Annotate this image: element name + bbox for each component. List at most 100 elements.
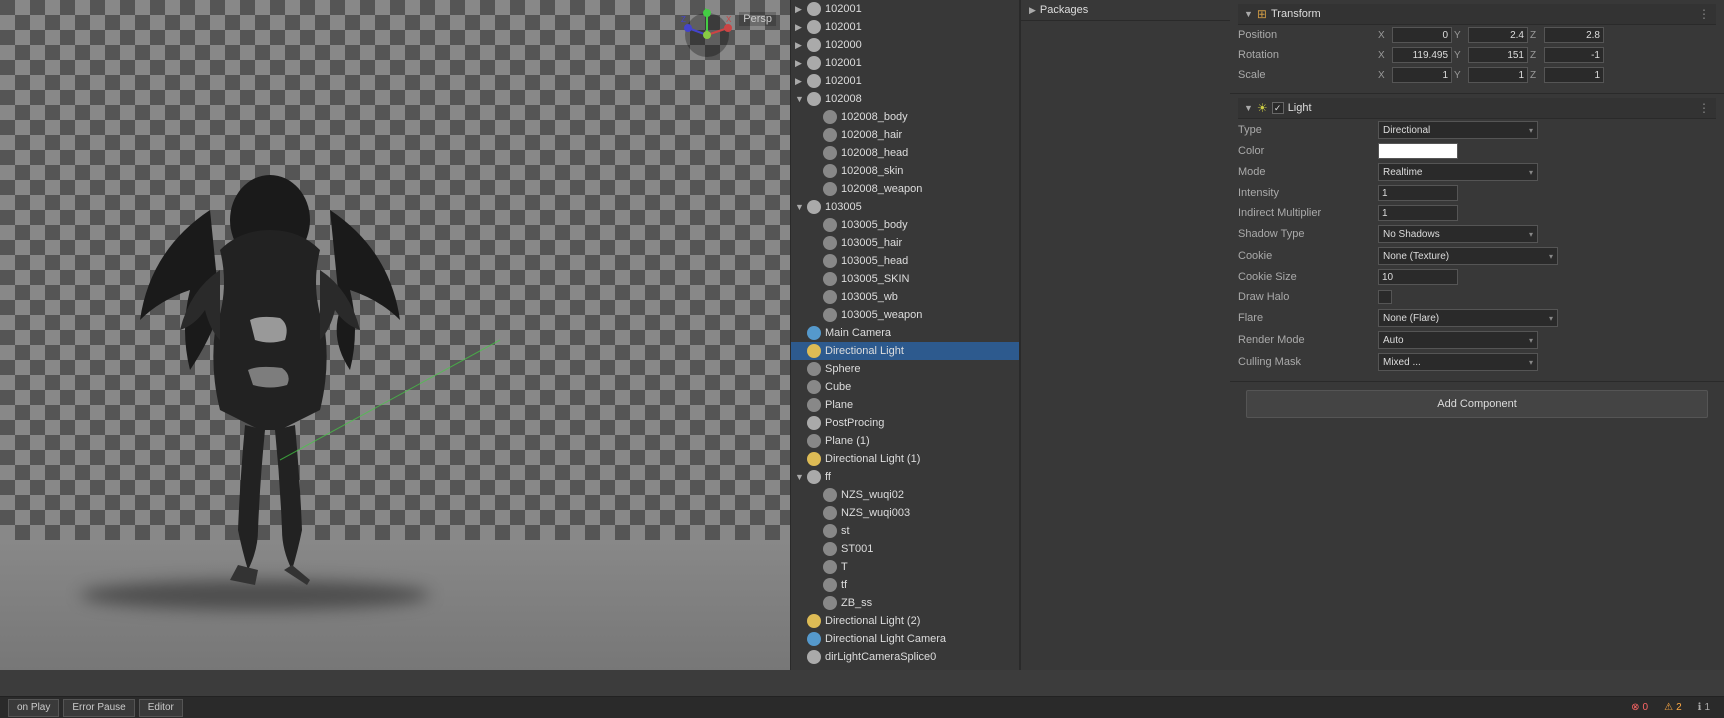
scale-x-input[interactable]: [1392, 67, 1452, 83]
hierarchy-item-h16b[interactable]: NZS_wuqi003: [791, 504, 1019, 522]
hierarchy-item-h17[interactable]: Directional Light (2): [791, 612, 1019, 630]
message-count: 1: [1704, 702, 1710, 713]
hierarchy-item-h7e[interactable]: 103005_wb: [791, 288, 1019, 306]
hierarchy-label-h16c: st: [841, 525, 850, 537]
hierarchy-arrow-h2: ▶: [795, 22, 807, 33]
hierarchy-label-h15: Directional Light (1): [825, 453, 920, 465]
add-component-button[interactable]: Add Component: [1246, 390, 1708, 418]
light-cookie-value: None (Texture): [1383, 251, 1449, 262]
hierarchy-item-h16d[interactable]: ST001: [791, 540, 1019, 558]
hierarchy-item-h16g[interactable]: ZB_ss: [791, 594, 1019, 612]
hierarchy-item-h16c[interactable]: st: [791, 522, 1019, 540]
light-draw-halo-label: Draw Halo: [1238, 291, 1378, 303]
light-type-label: Type: [1238, 124, 1378, 136]
hierarchy-icon-h14: [807, 434, 821, 448]
transform-settings[interactable]: ⋮: [1698, 7, 1710, 21]
light-enable-checkbox[interactable]: ✓: [1272, 102, 1284, 114]
light-flare-chevron: ▾: [1549, 314, 1553, 323]
hierarchy-icon-h16f: [823, 578, 837, 592]
hierarchy-item-h6a[interactable]: 102008_body: [791, 108, 1019, 126]
hierarchy-item-h7b[interactable]: 103005_hair: [791, 234, 1019, 252]
hierarchy-item-h8[interactable]: Main Camera: [791, 324, 1019, 342]
hierarchy-item-h16e[interactable]: T: [791, 558, 1019, 576]
hierarchy-item-h6b[interactable]: 102008_hair: [791, 126, 1019, 144]
light-cookie-size-row: Cookie Size: [1238, 267, 1716, 287]
packages-panel: ▶ Packages: [1020, 0, 1230, 670]
light-draw-halo-checkbox[interactable]: [1378, 290, 1392, 304]
hierarchy-item-h6d[interactable]: 102008_skin: [791, 162, 1019, 180]
hierarchy-item-h10[interactable]: Sphere: [791, 360, 1019, 378]
hierarchy-item-h12[interactable]: Plane: [791, 396, 1019, 414]
rotation-z-input[interactable]: [1544, 47, 1604, 63]
hierarchy-item-h7c[interactable]: 103005_head: [791, 252, 1019, 270]
hierarchy-item-h6c[interactable]: 102008_head: [791, 144, 1019, 162]
hierarchy-icon-h15: [807, 452, 821, 466]
position-x-input[interactable]: [1392, 27, 1452, 43]
hierarchy-panel[interactable]: ▶102001▶102001▶102000▶102001▶102001▼1020…: [790, 0, 1020, 670]
hierarchy-arrow-h6: ▼: [795, 94, 807, 104]
light-type-dropdown[interactable]: Directional ▾: [1378, 121, 1538, 139]
light-indirect-input[interactable]: [1378, 205, 1458, 221]
light-intensity-row: Intensity: [1238, 183, 1716, 203]
hierarchy-label-h18: Directional Light Camera: [825, 633, 946, 645]
light-shadow-dropdown[interactable]: No Shadows ▾: [1378, 225, 1538, 243]
hierarchy-item-h7d[interactable]: 103005_SKIN: [791, 270, 1019, 288]
scene-view[interactable]: X Y Z Persp: [0, 0, 790, 670]
on-play-label: on Play: [17, 702, 50, 713]
hierarchy-item-h3[interactable]: ▶102000: [791, 36, 1019, 54]
on-play-button[interactable]: on Play: [8, 699, 59, 717]
hierarchy-item-h16a[interactable]: NZS_wuqi02: [791, 486, 1019, 504]
light-render-mode-row: Render Mode Auto ▾: [1238, 329, 1716, 351]
rotation-y-input[interactable]: [1468, 47, 1528, 63]
position-z-input[interactable]: [1544, 27, 1604, 43]
hierarchy-icon-h2: [807, 20, 821, 34]
hierarchy-item-h7[interactable]: ▼103005: [791, 198, 1019, 216]
hierarchy-item-h7f[interactable]: 103005_weapon: [791, 306, 1019, 324]
hierarchy-item-h6e[interactable]: 102008_weapon: [791, 180, 1019, 198]
light-mode-dropdown[interactable]: Realtime ▾: [1378, 163, 1538, 181]
light-cookie-size-input[interactable]: [1378, 269, 1458, 285]
hierarchy-item-h7a[interactable]: 103005_body: [791, 216, 1019, 234]
scale-y-input[interactable]: [1468, 67, 1528, 83]
error-pause-button[interactable]: Error Pause: [63, 699, 134, 717]
hierarchy-icon-h7d: [823, 272, 837, 286]
rotation-x-input[interactable]: [1392, 47, 1452, 63]
transform-scale-row: Scale X Y Z: [1238, 65, 1716, 85]
hierarchy-item-h6[interactable]: ▼102008: [791, 90, 1019, 108]
hierarchy-item-h16[interactable]: ▼ff: [791, 468, 1019, 486]
light-culling-mask-dropdown[interactable]: Mixed ... ▾: [1378, 353, 1538, 371]
light-color-swatch[interactable]: [1378, 143, 1458, 159]
light-intensity-input[interactable]: [1378, 185, 1458, 201]
hierarchy-item-h16f[interactable]: tf: [791, 576, 1019, 594]
hierarchy-item-h19[interactable]: dirLightCameraSplice0: [791, 648, 1019, 666]
light-collapse-arrow[interactable]: ▼: [1244, 103, 1253, 113]
hierarchy-item-h1[interactable]: ▶102001: [791, 0, 1019, 18]
error-icon: ⊗: [1631, 702, 1639, 713]
hierarchy-item-h11[interactable]: Cube: [791, 378, 1019, 396]
light-cookie-dropdown[interactable]: None (Texture) ▾: [1378, 247, 1558, 265]
light-shadow-label: Shadow Type: [1238, 228, 1378, 240]
scale-z-input[interactable]: [1544, 67, 1604, 83]
light-settings-btn[interactable]: ⋮: [1698, 101, 1710, 115]
hierarchy-item-h5[interactable]: ▶102001: [791, 72, 1019, 90]
hierarchy-item-h2[interactable]: ▶ 102001: [791, 18, 1019, 36]
hierarchy-icon-h7: [807, 200, 821, 214]
editor-button[interactable]: Editor: [139, 699, 183, 717]
hierarchy-item-h15[interactable]: Directional Light (1): [791, 450, 1019, 468]
hierarchy-label-h2: 102001: [825, 21, 862, 33]
hierarchy-item-h18[interactable]: Directional Light Camera: [791, 630, 1019, 648]
light-draw-halo-row: Draw Halo: [1238, 287, 1716, 307]
light-type-value: Directional: [1383, 125, 1430, 136]
light-render-mode-dropdown[interactable]: Auto ▾: [1378, 331, 1538, 349]
warning-icon: ⚠: [1664, 702, 1673, 713]
position-y-input[interactable]: [1468, 27, 1528, 43]
hierarchy-item-h4[interactable]: ▶102001: [791, 54, 1019, 72]
light-flare-dropdown[interactable]: None (Flare) ▾: [1378, 309, 1558, 327]
hierarchy-icon-h16g: [823, 596, 837, 610]
hierarchy-item-h14[interactable]: Plane (1): [791, 432, 1019, 450]
scale-y-field: Y: [1454, 67, 1528, 83]
hierarchy-item-h13[interactable]: PostProcing: [791, 414, 1019, 432]
hierarchy-icon-h6d: [823, 164, 837, 178]
transform-collapse-arrow[interactable]: ▼: [1244, 9, 1253, 19]
hierarchy-item-h9[interactable]: Directional Light: [791, 342, 1019, 360]
